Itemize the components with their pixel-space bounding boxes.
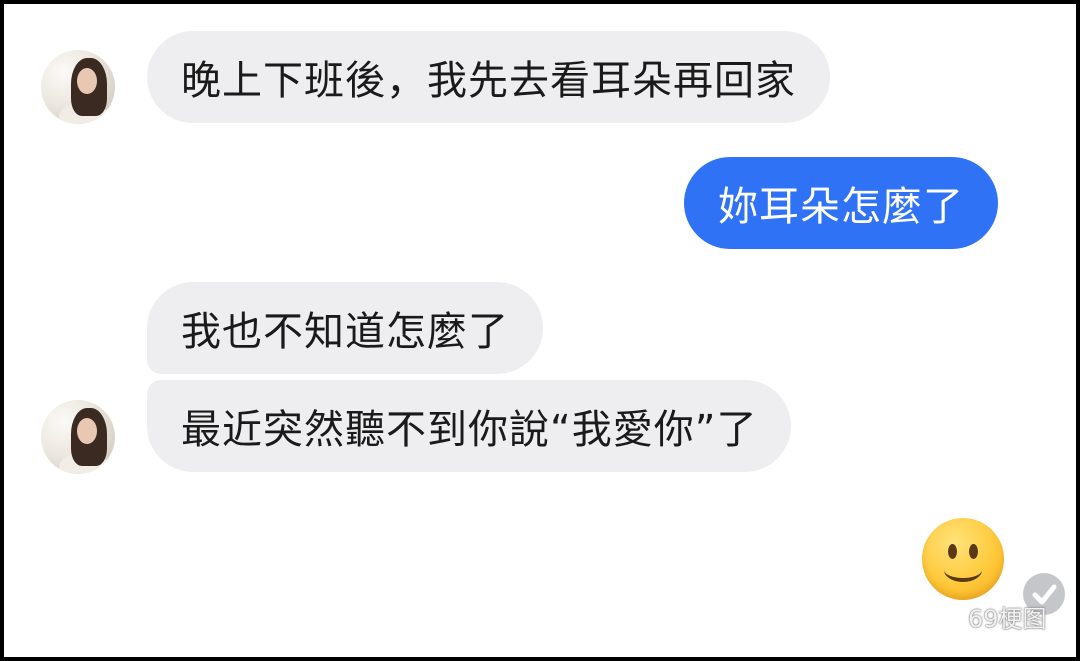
emoji-mouth [944, 558, 982, 582]
contact-avatar[interactable] [41, 400, 115, 474]
avatar-face [77, 68, 97, 94]
emoji-eye [948, 544, 957, 559]
message-bubble-outgoing[interactable]: 妳耳朵怎麼了 [684, 157, 998, 249]
message-text: 妳耳朵怎麼了 [718, 184, 964, 230]
message-text: 我也不知道怎麼了 [181, 309, 509, 355]
chat-window: 晚上下班後，我先去看耳朵再回家 妳耳朵怎麼了 我也不知道怎麼了 最近突然聽不到你… [4, 4, 1076, 657]
slightly-smiling-face-icon[interactable] [922, 518, 1004, 600]
watermark: 69梗图 [912, 594, 1047, 638]
contact-avatar[interactable] [41, 50, 115, 124]
message-text: 晚上下班後，我先去看耳朵再回家 [181, 58, 796, 104]
message-bubble-incoming[interactable]: 最近突然聽不到你說“我愛你”了 [147, 380, 792, 472]
avatar-face [77, 418, 97, 444]
wechat-icon [912, 596, 962, 636]
message-text: 最近突然聽不到你說“我愛你”了 [181, 407, 758, 453]
message-bubble-incoming[interactable]: 我也不知道怎麼了 [147, 282, 543, 374]
watermark-text: 69梗图 [968, 604, 1047, 633]
emoji-eye [969, 544, 978, 559]
message-bubble-incoming[interactable]: 晚上下班後，我先去看耳朵再回家 [147, 31, 830, 123]
